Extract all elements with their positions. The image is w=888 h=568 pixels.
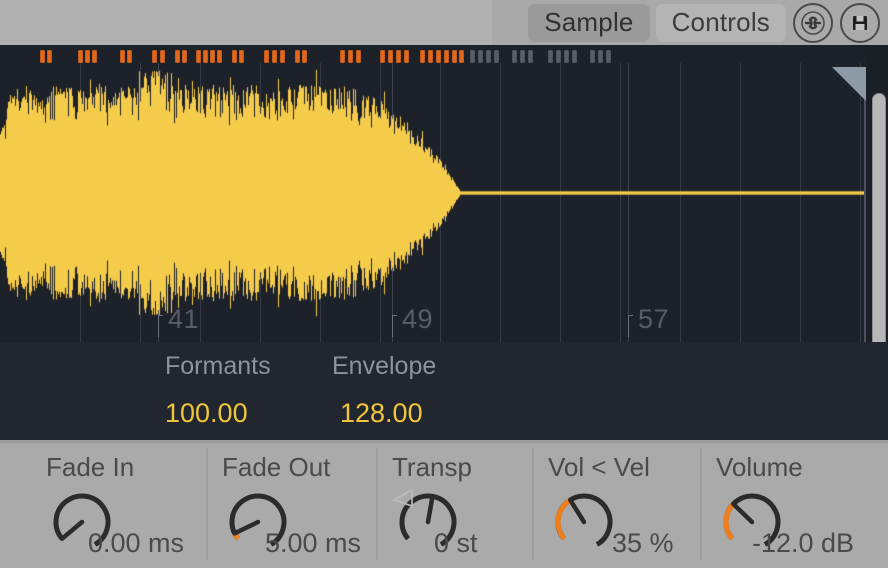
warp-marker[interactable] (40, 50, 45, 63)
formants-value[interactable]: 100.00 (165, 398, 248, 429)
knob-cell-divider (376, 448, 378, 560)
bar-ruler[interactable]: 41 49 57 (0, 302, 866, 342)
warp-marker[interactable] (404, 50, 409, 63)
warp-marker-inactive[interactable] (478, 50, 483, 63)
knob-row-divider (0, 440, 888, 443)
knob-transp-value[interactable]: 0 st (434, 528, 478, 559)
warp-marker[interactable] (160, 50, 165, 63)
warp-marker-inactive[interactable] (556, 50, 561, 63)
tab-bar-filler (0, 0, 492, 45)
warp-marker[interactable] (356, 50, 361, 63)
warp-marker[interactable] (210, 50, 215, 63)
knob-volume-label: Volume (716, 452, 803, 482)
audio-waveform[interactable] (0, 63, 866, 323)
device-tab-bar: Sample Controls (0, 0, 888, 45)
knob-fade-out-value[interactable]: 5.00 ms (265, 528, 361, 559)
warp-marker[interactable] (175, 50, 180, 63)
knob-fade-in-label: Fade In (46, 452, 135, 482)
tab-controls[interactable]: Controls (655, 3, 786, 42)
knob-cell-divider (700, 448, 702, 560)
sample-waveform-panel[interactable]: 41 49 57 (0, 45, 888, 342)
warp-marker[interactable] (420, 50, 425, 63)
warp-marker[interactable] (232, 50, 237, 63)
bar-ruler-label: 41 (168, 304, 200, 334)
knob-cell-divider (532, 448, 534, 560)
save-disk-icon[interactable] (840, 2, 880, 43)
warp-marker[interactable] (272, 50, 277, 63)
warp-marker-inactive[interactable] (486, 50, 491, 63)
sample-end-line (864, 67, 866, 342)
warp-marker-inactive[interactable] (512, 50, 517, 63)
warp-marker[interactable] (380, 50, 385, 63)
warp-marker[interactable] (436, 50, 441, 63)
warp-marker[interactable] (340, 50, 345, 63)
warp-marker[interactable] (444, 50, 449, 63)
warp-marker[interactable] (217, 50, 222, 63)
warp-marker-inactive[interactable] (606, 50, 611, 63)
tab-controls-label: Controls (671, 7, 770, 37)
tab-sample[interactable]: Sample (528, 3, 650, 42)
warp-marker[interactable] (264, 50, 269, 63)
warp-marker[interactable] (388, 50, 393, 63)
warp-marker-inactive[interactable] (590, 50, 595, 63)
warp-marker[interactable] (280, 50, 285, 63)
knob-transp-label: Transp (392, 452, 472, 482)
warp-marker[interactable] (85, 50, 90, 63)
warp-marker[interactable] (203, 50, 208, 63)
warp-marker[interactable] (92, 50, 97, 63)
warp-marker[interactable] (47, 50, 52, 63)
warp-marker[interactable] (239, 50, 244, 63)
warp-marker[interactable] (196, 50, 201, 63)
warp-marker[interactable] (396, 50, 401, 63)
warp-marker[interactable] (295, 50, 300, 63)
warp-marker[interactable] (302, 50, 307, 63)
knob-cell-divider (206, 448, 208, 560)
bar-ruler-label: 57 (638, 304, 670, 334)
warp-marker[interactable] (428, 50, 433, 63)
bar-ruler-tick (158, 315, 163, 337)
envelope-value[interactable]: 128.00 (340, 398, 423, 429)
sample-knob-row: Fade In 0.00 ms Fade Out 5.00 ms Transp 0 st V… (0, 440, 888, 568)
sample-end-marker[interactable] (832, 67, 866, 101)
warp-marker[interactable] (348, 50, 353, 63)
warp-marker[interactable] (120, 50, 125, 63)
knob-vol-vel-value[interactable]: 35 % (612, 528, 674, 559)
waveform-vertical-scrollbar[interactable] (872, 93, 886, 342)
bar-ruler-tick (392, 315, 397, 337)
tab-sample-label: Sample (544, 7, 634, 37)
warp-marker-inactive[interactable] (494, 50, 499, 63)
warp-marker[interactable] (452, 50, 457, 63)
sampler-device: Sample Controls 41 49 57 Formants 100.00… (0, 0, 888, 568)
knob-volume-value[interactable]: -12.0 dB (752, 528, 854, 559)
warp-marker-inactive[interactable] (520, 50, 525, 63)
knob-fade-in-value[interactable]: 0.00 ms (88, 528, 184, 559)
formants-label: Formants (165, 352, 271, 380)
envelope-label: Envelope (332, 352, 437, 380)
warp-marker[interactable] (127, 50, 132, 63)
knob-vol-vel-label: Vol < Vel (548, 452, 650, 482)
waveform-canvas-area[interactable]: 41 49 57 (0, 45, 866, 342)
warp-marker-inactive[interactable] (572, 50, 577, 63)
bar-ruler-tick (628, 315, 633, 337)
bar-ruler-label: 49 (402, 304, 434, 334)
warp-marker-inactive[interactable] (564, 50, 569, 63)
phase-link-icon[interactable] (793, 2, 833, 43)
warp-marker[interactable] (152, 50, 157, 63)
warp-marker-inactive[interactable] (528, 50, 533, 63)
knob-fade-out-label: Fade Out (222, 452, 331, 482)
warp-marker-inactive[interactable] (598, 50, 603, 63)
warp-marker-inactive[interactable] (470, 50, 475, 63)
knob-vol-vel-dial[interactable] (548, 486, 620, 558)
warp-marker[interactable] (182, 50, 187, 63)
warp-marker[interactable] (459, 50, 464, 63)
warp-marker[interactable] (78, 50, 83, 63)
warp-marker-inactive[interactable] (548, 50, 553, 63)
warp-parameter-row: Formants 100.00 Envelope 128.00 WARP as … (0, 342, 888, 440)
